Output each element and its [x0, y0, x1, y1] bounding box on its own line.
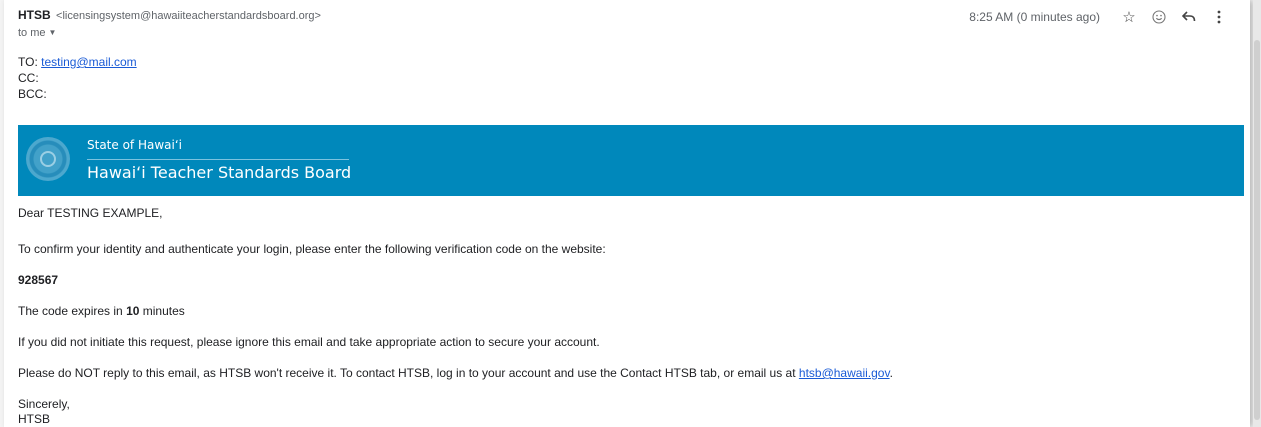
scrollbar[interactable] — [1253, 0, 1261, 427]
more-vert-icon-graphic — [1217, 10, 1221, 24]
reply-notice-text: Please do NOT reply to this email, as HT… — [18, 366, 799, 380]
star-icon[interactable]: ☆ — [1114, 6, 1144, 28]
to-address-link[interactable]: testing@mail.com — [41, 55, 137, 69]
expiry-prefix: The code expires in — [18, 304, 127, 318]
banner-state-name: State of Hawai‘i — [87, 138, 182, 152]
address-block: TO: testing@mail.com CC: BCC: — [18, 54, 137, 102]
contact-email-link[interactable]: htsb@hawaii.gov — [799, 366, 890, 380]
to-line: TO: testing@mail.com — [18, 54, 137, 70]
greeting: Dear TESTING EXAMPLE, — [18, 206, 163, 220]
reply-notice: Please do NOT reply to this email, as HT… — [18, 366, 893, 380]
banner-board-name: Hawai‘i Teacher Standards Board — [87, 163, 352, 182]
sender-email: <licensingsystem@hawaiiteacherstandardsb… — [56, 10, 321, 22]
more-vert-icon[interactable] — [1204, 6, 1234, 28]
recipient-details-toggle[interactable]: to me ▼ — [18, 27, 56, 39]
to-label: TO: — [18, 55, 38, 69]
to-me-label: to me — [18, 27, 46, 39]
sender-line: HTSB <licensingsystem@hawaiiteacherstand… — [18, 8, 321, 22]
signature: HTSB — [18, 412, 51, 426]
verification-code: 928567 — [18, 273, 59, 287]
sender-name[interactable]: HTSB — [18, 8, 51, 22]
expiry-suffix: minutes — [139, 304, 185, 318]
emoji-icon[interactable] — [1144, 6, 1174, 28]
emoji-icon-graphic — [1152, 10, 1166, 24]
expiry-minutes: 10 — [126, 304, 140, 318]
htsb-banner: State of Hawai‘i Hawai‘i Teacher Standar… — [18, 125, 1244, 196]
email-view: HTSB <licensingsystem@hawaiiteacherstand… — [4, 0, 1250, 427]
scrollbar-thumb[interactable] — [1254, 40, 1260, 420]
reply-icon-graphic — [1182, 11, 1196, 22]
reply-icon[interactable] — [1174, 6, 1204, 28]
banner-divider — [87, 159, 349, 160]
ignore-notice: If you did not initiate this request, pl… — [18, 335, 600, 349]
reply-notice-end: . — [889, 366, 893, 380]
cc-line: CC: — [18, 71, 39, 85]
state-seal-icon — [26, 137, 70, 181]
message-timestamp: 8:25 AM (0 minutes ago) — [969, 10, 1100, 24]
expiry-text: The code expires in 10 minutes — [18, 304, 185, 318]
message-actions: 8:25 AM (0 minutes ago) ☆ — [969, 6, 1234, 28]
bcc-line: BCC: — [18, 87, 47, 101]
instruction-text: To confirm your identity and authenticat… — [18, 242, 606, 256]
signoff: Sincerely, — [18, 397, 70, 411]
caret-down-icon[interactable]: ▼ — [49, 28, 57, 37]
